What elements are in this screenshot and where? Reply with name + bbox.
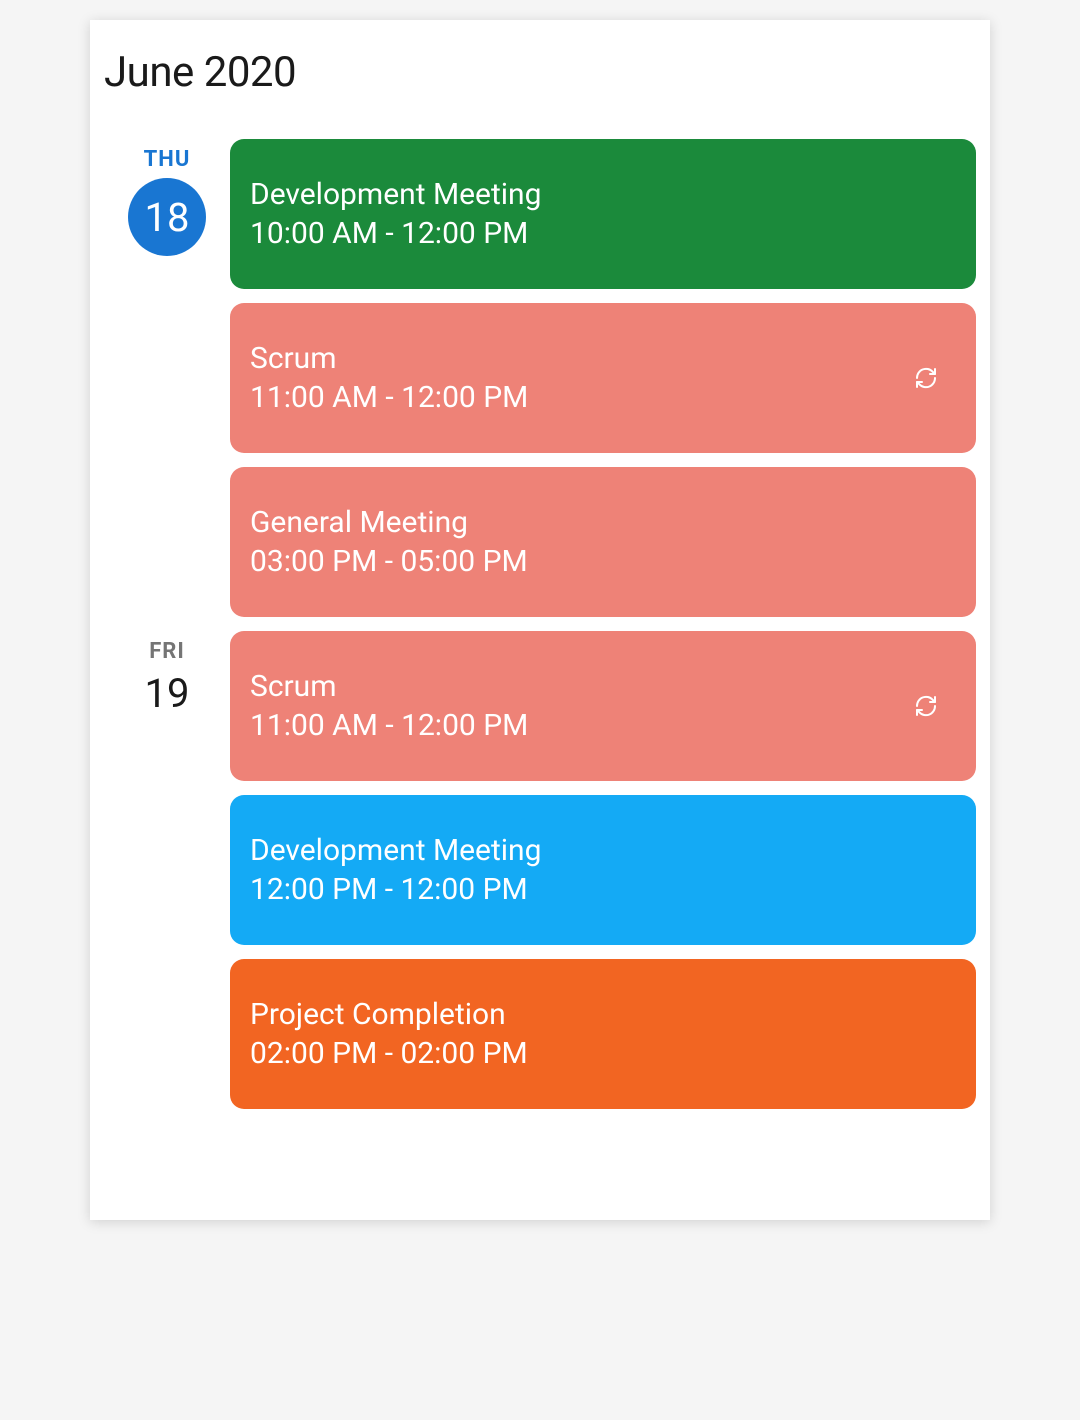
event-text: Project Completion02:00 PM - 02:00 PM xyxy=(250,995,528,1073)
event-text: General Meeting03:00 PM - 05:00 PM xyxy=(250,503,528,581)
event-time: 10:00 AM - 12:00 PM xyxy=(250,214,541,253)
day-section: THU 18 Development Meeting10:00 AM - 12:00… xyxy=(104,139,976,617)
day-name-label: THU xyxy=(144,147,191,172)
event-card[interactable]: General Meeting03:00 PM - 05:00 PM xyxy=(230,467,976,617)
calendar-month-title: June 2020 xyxy=(104,48,976,97)
event-card[interactable]: Development Meeting12:00 PM - 12:00 PM xyxy=(230,795,976,945)
event-title: Scrum xyxy=(250,339,528,378)
day-section: FRI 19 Scrum11:00 AM - 12:00 PM Developmen… xyxy=(104,631,976,1109)
event-text: Development Meeting12:00 PM - 12:00 PM xyxy=(250,831,541,909)
recurring-icon xyxy=(914,694,938,718)
day-name-label: FRI xyxy=(149,639,185,664)
event-card[interactable]: Development Meeting10:00 AM - 12:00 PM xyxy=(230,139,976,289)
event-title: Development Meeting xyxy=(250,175,541,214)
event-card[interactable]: Scrum11:00 AM - 12:00 PM xyxy=(230,303,976,453)
events-column: Scrum11:00 AM - 12:00 PM Development Mee… xyxy=(230,631,976,1109)
event-time: 02:00 PM - 02:00 PM xyxy=(250,1034,528,1073)
day-header[interactable]: FRI 19 xyxy=(104,631,230,1109)
events-column: Development Meeting10:00 AM - 12:00 PM Sc… xyxy=(230,139,976,617)
event-title: Project Completion xyxy=(250,995,528,1034)
event-title: Development Meeting xyxy=(250,831,541,870)
event-card[interactable]: Scrum11:00 AM - 12:00 PM xyxy=(230,631,976,781)
event-title: General Meeting xyxy=(250,503,528,542)
event-time: 12:00 PM - 12:00 PM xyxy=(250,870,541,909)
event-text: Scrum11:00 AM - 12:00 PM xyxy=(250,339,528,417)
event-time: 11:00 AM - 12:00 PM xyxy=(250,706,528,745)
event-time: 11:00 AM - 12:00 PM xyxy=(250,378,528,417)
event-text: Scrum11:00 AM - 12:00 PM xyxy=(250,667,528,745)
event-title: Scrum xyxy=(250,667,528,706)
day-header[interactable]: THU 18 xyxy=(104,139,230,617)
event-text: Development Meeting10:00 AM - 12:00 PM xyxy=(250,175,541,253)
days-list: THU18Development Meeting10:00 AM - 12:00… xyxy=(104,139,976,1109)
event-time: 03:00 PM - 05:00 PM xyxy=(250,542,528,581)
day-number: 19 xyxy=(145,670,190,717)
day-number-today: 18 xyxy=(128,178,206,256)
event-card[interactable]: Project Completion02:00 PM - 02:00 PM xyxy=(230,959,976,1109)
recurring-icon xyxy=(914,366,938,390)
calendar-agenda-view: June 2020 THU18Development Meeting10:00 … xyxy=(90,20,990,1220)
